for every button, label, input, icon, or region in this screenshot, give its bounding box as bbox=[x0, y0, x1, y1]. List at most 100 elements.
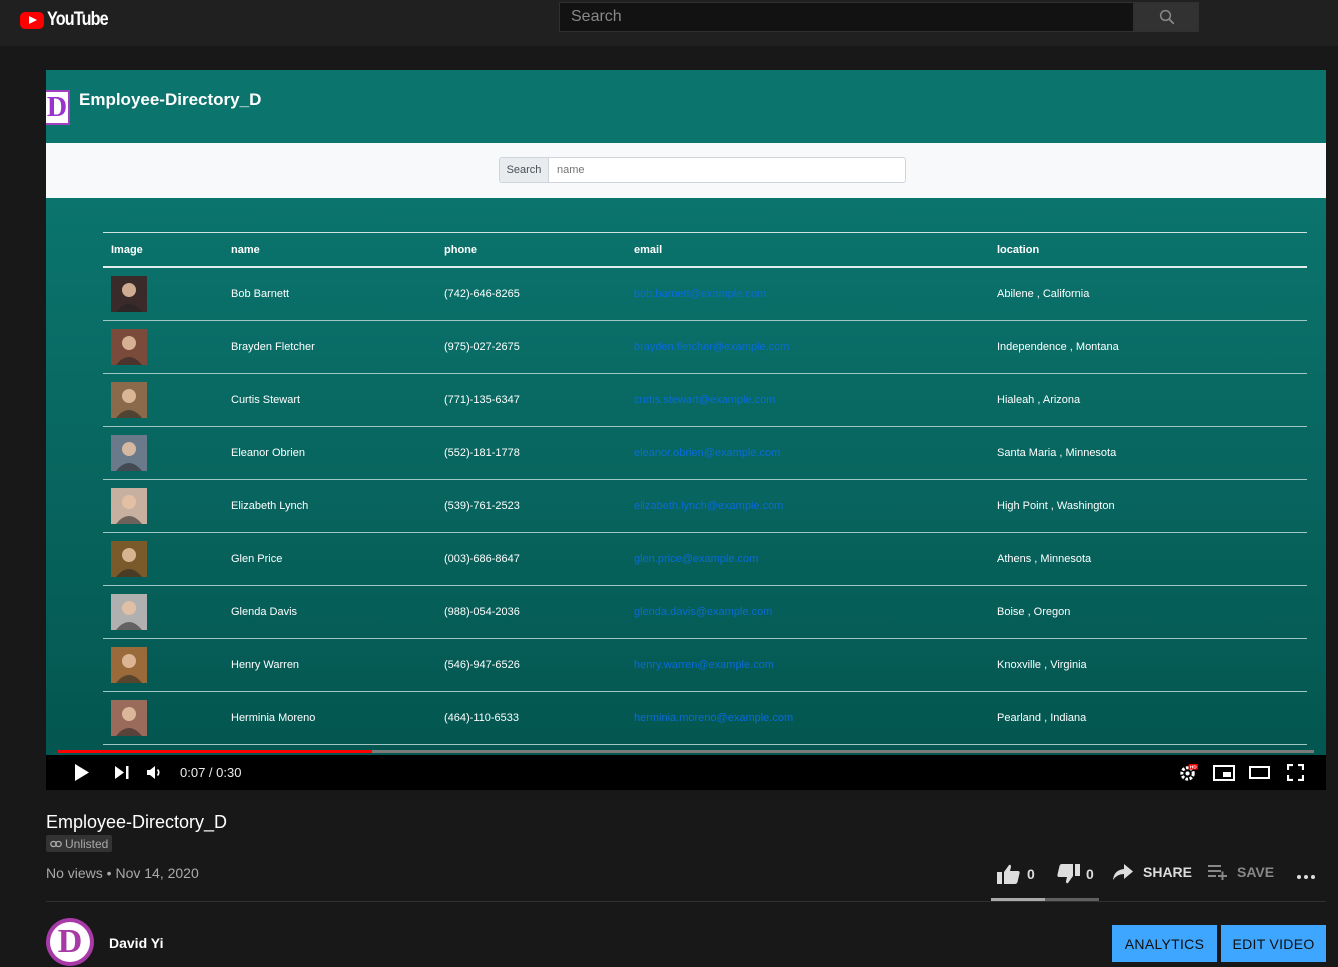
employee-location: Hialeah , Arizona bbox=[989, 373, 1307, 427]
employee-location: Knoxville , Virginia bbox=[989, 638, 1307, 692]
employee-name: Brayden Fletcher bbox=[223, 320, 436, 374]
avatar bbox=[111, 382, 147, 418]
employee-email-link[interactable]: brayden.fletcher@example.com bbox=[634, 341, 789, 353]
avatar-cell bbox=[103, 532, 223, 586]
theater-mode-icon[interactable] bbox=[1249, 766, 1270, 779]
share-label: SHARE bbox=[1143, 864, 1193, 880]
edit-video-button[interactable]: EDIT VIDEO bbox=[1221, 925, 1326, 962]
like-count: 0 bbox=[1027, 866, 1035, 882]
employee-email-cell: eleanor.obrien@example.com bbox=[626, 426, 989, 480]
avatar bbox=[111, 329, 147, 365]
search-button[interactable] bbox=[1134, 2, 1199, 32]
avatar bbox=[111, 647, 147, 683]
avatar bbox=[111, 435, 147, 471]
employee-email-link[interactable]: elizabeth.lynch@example.com bbox=[634, 500, 783, 512]
employee-location: High Point , Washington bbox=[989, 479, 1307, 533]
employee-name: Curtis Stewart bbox=[223, 373, 436, 427]
save-label: SAVE bbox=[1237, 864, 1275, 880]
channel-avatar-letter: D bbox=[50, 922, 90, 962]
column-header[interactable]: location bbox=[989, 232, 1307, 268]
employee-email-link[interactable]: glen.price@example.com bbox=[634, 553, 758, 565]
employee-name: Elizabeth Lynch bbox=[223, 479, 436, 533]
employee-name: Bob Barnett bbox=[223, 267, 436, 321]
video-meta: No views • Nov 14, 2020 bbox=[46, 865, 199, 881]
table-row: Glen Price (003)-686-8647 glen.price@examp… bbox=[103, 532, 1307, 586]
employee-email-link[interactable]: curtis.stewart@example.com bbox=[634, 394, 775, 406]
app-search-group: Search bbox=[499, 157, 906, 183]
avatar bbox=[111, 700, 147, 736]
dislike-count: 0 bbox=[1086, 866, 1094, 882]
employee-email-cell: herminia.moreno@example.com bbox=[626, 691, 989, 745]
player-controls: 0:07 / 0:30 HD bbox=[46, 755, 1326, 790]
next-icon[interactable] bbox=[115, 766, 129, 779]
avatar-cell bbox=[103, 373, 223, 427]
avatar-cell bbox=[103, 638, 223, 692]
settings-icon[interactable]: HD bbox=[1179, 763, 1198, 782]
employee-email-cell: glenda.davis@example.com bbox=[626, 585, 989, 639]
employee-email-link[interactable]: henry.warren@example.com bbox=[634, 659, 774, 671]
video-player[interactable]: D Employee-Directory_D Search Image name… bbox=[46, 70, 1326, 790]
masthead: YouTube bbox=[0, 0, 1338, 46]
table-row: Elizabeth Lynch (539)-761-2523 elizabeth.l… bbox=[103, 479, 1307, 533]
column-header[interactable]: name bbox=[223, 232, 436, 268]
avatar bbox=[111, 594, 147, 630]
more-horiz-icon bbox=[1297, 875, 1315, 879]
channel-avatar[interactable]: D bbox=[46, 918, 94, 966]
avatar-cell bbox=[103, 320, 223, 374]
employee-phone: (975)-027-2675 bbox=[436, 320, 626, 374]
avatar-cell bbox=[103, 426, 223, 480]
table-row: Bob Barnett (742)-646-8265 bob.barnett@exa… bbox=[103, 267, 1307, 321]
employee-location: Boise , Oregon bbox=[989, 585, 1307, 639]
employee-email-link[interactable]: bob.barnett@example.com bbox=[634, 288, 766, 300]
app-title: Employee-Directory_D bbox=[79, 90, 262, 109]
analytics-button[interactable]: ANALYTICS bbox=[1112, 925, 1217, 962]
video-title: Employee-Directory_D bbox=[46, 812, 228, 832]
column-header[interactable]: Image bbox=[103, 232, 223, 268]
app-search-label: Search bbox=[499, 157, 549, 183]
save-button[interactable]: SAVE bbox=[1208, 864, 1274, 880]
dislike-button[interactable]: 0 bbox=[1056, 864, 1094, 884]
avatar-cell bbox=[103, 479, 223, 533]
youtube-logo-text: YouTube bbox=[47, 9, 109, 30]
more-actions-button[interactable] bbox=[1296, 866, 1316, 886]
progress-fill bbox=[58, 750, 372, 753]
share-button[interactable]: SHARE bbox=[1113, 864, 1192, 880]
miniplayer-icon[interactable] bbox=[1213, 765, 1235, 781]
search-icon bbox=[1159, 9, 1174, 25]
table-row: Brayden Fletcher (975)-027-2675 brayden.fl… bbox=[103, 320, 1307, 374]
link-icon bbox=[50, 840, 62, 847]
table-row: Curtis Stewart (771)-135-6347 curtis.stewa… bbox=[103, 373, 1307, 427]
employee-phone: (552)-181-1778 bbox=[436, 426, 626, 480]
like-button[interactable]: 0 bbox=[997, 864, 1035, 884]
search-input[interactable] bbox=[560, 3, 1155, 31]
employee-phone: (546)-947-6526 bbox=[436, 638, 626, 692]
employee-email-cell: glen.price@example.com bbox=[626, 532, 989, 586]
avatar-cell bbox=[103, 267, 223, 321]
fullscreen-icon[interactable] bbox=[1287, 764, 1304, 781]
play-icon[interactable] bbox=[74, 764, 90, 781]
table-row: Glenda Davis (988)-054-2036 glenda.davis@e… bbox=[103, 585, 1307, 639]
employee-email-link[interactable]: herminia.moreno@example.com bbox=[634, 712, 793, 724]
employee-phone: (742)-646-8265 bbox=[436, 267, 626, 321]
employee-location: Abilene , California bbox=[989, 267, 1307, 321]
share-icon bbox=[1113, 864, 1133, 880]
column-header[interactable]: phone bbox=[436, 232, 626, 268]
svg-text:HD: HD bbox=[1190, 765, 1197, 771]
progress-bar[interactable] bbox=[58, 750, 1314, 753]
employee-email-link[interactable]: eleanor.obrien@example.com bbox=[634, 447, 780, 459]
employee-phone: (539)-761-2523 bbox=[436, 479, 626, 533]
thumbs-up-icon bbox=[997, 864, 1020, 884]
avatar-cell bbox=[103, 691, 223, 745]
app-logo: D bbox=[46, 90, 70, 125]
divider bbox=[46, 901, 1326, 902]
employee-email-link[interactable]: glenda.davis@example.com bbox=[634, 606, 772, 618]
search-box bbox=[559, 2, 1155, 32]
youtube-logo[interactable]: YouTube bbox=[20, 9, 118, 31]
employee-location: Independence , Montana bbox=[989, 320, 1307, 374]
avatar bbox=[111, 488, 147, 524]
playlist-add-icon bbox=[1208, 865, 1227, 880]
column-header[interactable]: email bbox=[626, 232, 989, 268]
volume-icon[interactable] bbox=[147, 765, 163, 780]
channel-name[interactable]: David Yi bbox=[109, 935, 163, 951]
app-search-input[interactable] bbox=[549, 157, 906, 183]
